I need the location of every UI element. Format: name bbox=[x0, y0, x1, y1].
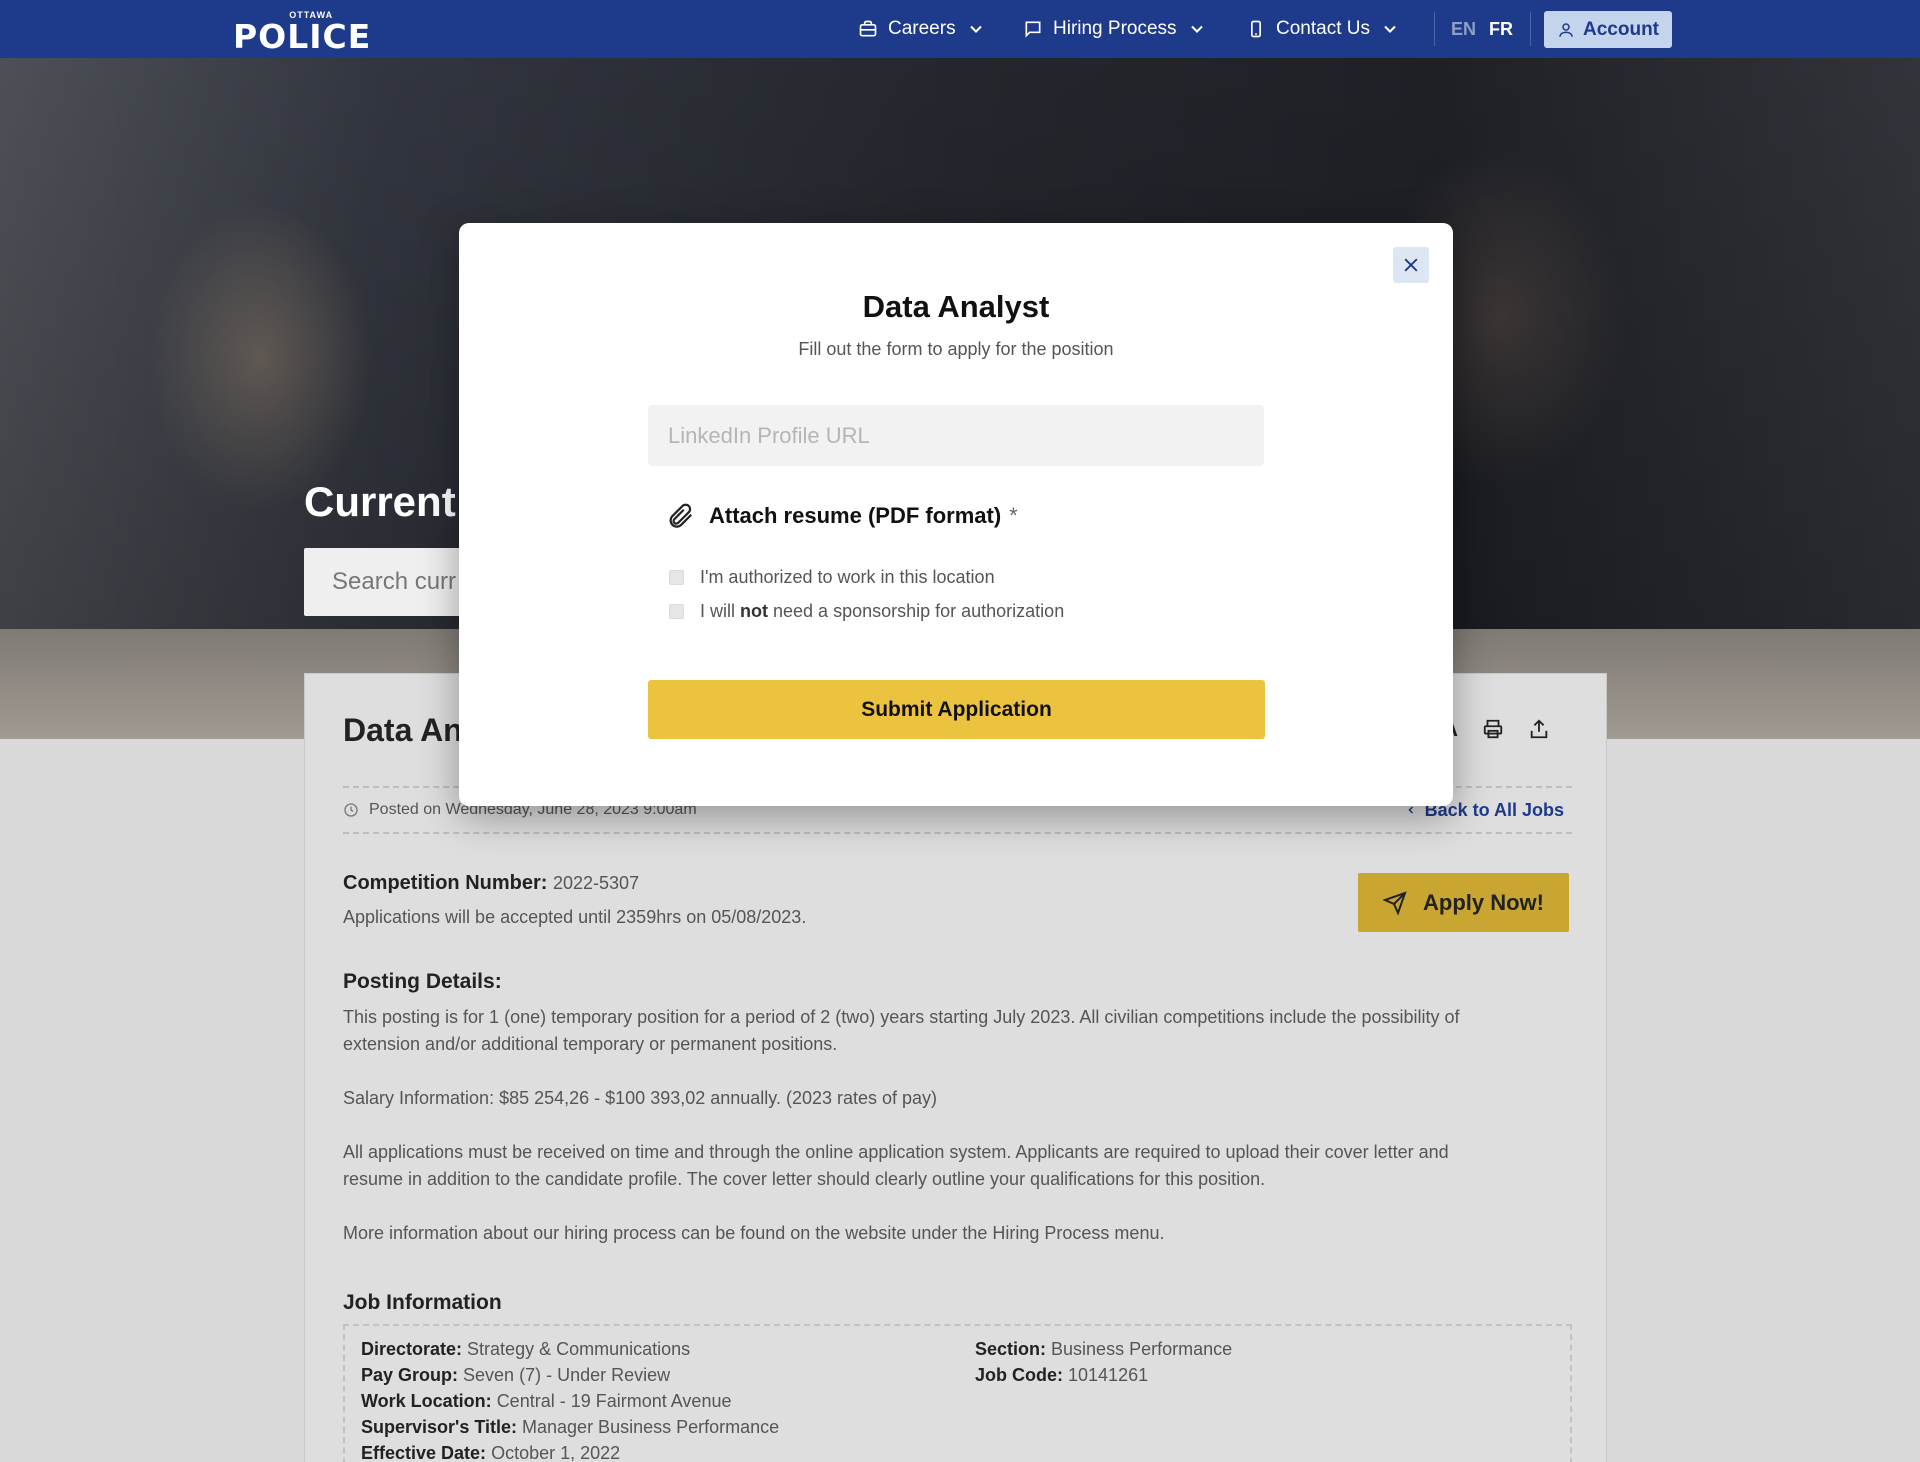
info-label: Supervisor's Title: bbox=[361, 1417, 517, 1437]
competition-number: Competition Number: 2022-5307 bbox=[343, 872, 639, 895]
job-info-row: Supervisor's Title: Manager Business Per… bbox=[361, 1414, 779, 1440]
close-icon bbox=[1404, 258, 1418, 272]
print-icon[interactable] bbox=[1482, 718, 1504, 740]
info-value: October 1, 2022 bbox=[491, 1443, 621, 1462]
work-authorization-label: I'm authorized to work in this location bbox=[700, 567, 995, 587]
info-value: Seven (7) - Under Review bbox=[463, 1365, 671, 1385]
job-info-row: Section: Business Performance bbox=[975, 1336, 1232, 1362]
account-label: Account bbox=[1583, 18, 1659, 40]
job-info-row: Job Code: 10141261 bbox=[975, 1362, 1232, 1388]
hero-title: Current bbox=[304, 478, 456, 525]
job-info-right: Section: Business Performance Job Code: … bbox=[975, 1336, 1232, 1388]
clock-icon bbox=[344, 803, 358, 817]
job-tools: A bbox=[1442, 716, 1550, 742]
apply-modal: Data Analyst Fill out the form to apply … bbox=[459, 223, 1453, 806]
application-deadline: Applications will be accepted until 2359… bbox=[343, 907, 807, 927]
paperclip-icon bbox=[669, 503, 693, 528]
info-value: Strategy & Communications bbox=[467, 1339, 691, 1359]
ottawa-police-logo[interactable]: OTTAWA POLICE bbox=[233, 10, 371, 54]
job-info-row: Work Location: Central - 19 Fairmont Ave… bbox=[361, 1388, 779, 1414]
lang-en[interactable]: EN bbox=[1451, 0, 1476, 58]
checkbox[interactable] bbox=[669, 604, 684, 619]
job-info-row: Pay Group: Seven (7) - Under Review bbox=[361, 1362, 779, 1388]
info-label: Directorate: bbox=[361, 1339, 463, 1359]
chat-icon bbox=[1025, 21, 1041, 38]
competition-value: 2022-5307 bbox=[553, 873, 640, 893]
posting-paragraph-1: This posting is for 1 (one) temporary po… bbox=[343, 1007, 1460, 1054]
info-value: 10141261 bbox=[1068, 1365, 1149, 1385]
info-value: Business Performance bbox=[1051, 1339, 1233, 1359]
lang-en-label: EN bbox=[1451, 18, 1477, 39]
competition-label: Competition Number: bbox=[343, 872, 548, 894]
posting-paragraph-3: All applications must be received on tim… bbox=[343, 1142, 1449, 1189]
linkedin-url-input[interactable] bbox=[648, 405, 1264, 466]
info-label: Job Code: bbox=[975, 1365, 1063, 1385]
label-bold: not bbox=[740, 601, 768, 621]
modal-title: Data Analyst bbox=[862, 289, 1050, 324]
posting-details-heading: Posting Details: bbox=[343, 970, 502, 993]
chevron-down-icon bbox=[1190, 25, 1203, 33]
phone-icon bbox=[1251, 20, 1261, 38]
nav-divider bbox=[1530, 12, 1531, 46]
no-sponsorship-checkbox[interactable]: I will not need a sponsorship for author… bbox=[669, 601, 1064, 622]
lang-fr-label: FR bbox=[1489, 18, 1513, 39]
label-part: I will bbox=[700, 601, 735, 621]
lang-fr[interactable]: FR bbox=[1489, 0, 1513, 58]
chevron-down-icon bbox=[969, 25, 982, 33]
close-modal-button[interactable] bbox=[1393, 247, 1429, 283]
nav-hiring-label: Hiring Process bbox=[1053, 18, 1177, 39]
apply-now-label: Apply Now! bbox=[1423, 889, 1544, 915]
posting-paragraph-4: More information about our hiring proces… bbox=[343, 1223, 1165, 1243]
logo-big-text: POLICE bbox=[233, 17, 372, 56]
submit-application-button[interactable]: Submit Application bbox=[648, 680, 1265, 739]
job-title: Data An bbox=[343, 712, 463, 748]
chevron-down-icon bbox=[1384, 25, 1396, 33]
salary-paragraph: Salary Information: $85 254,26 - $100 39… bbox=[343, 1088, 938, 1108]
nav-contact-label: Contact Us bbox=[1276, 18, 1370, 39]
send-icon bbox=[1383, 890, 1407, 915]
job-info-row: Effective Date: October 1, 2022 bbox=[361, 1440, 779, 1462]
job-info-left: Directorate: Strategy & Communications P… bbox=[361, 1336, 779, 1462]
checkbox[interactable] bbox=[669, 570, 684, 585]
info-label: Pay Group: bbox=[361, 1365, 459, 1385]
info-label: Work Location: bbox=[361, 1391, 492, 1411]
info-value: Central - 19 Fairmont Avenue bbox=[496, 1391, 732, 1411]
user-icon bbox=[1559, 22, 1573, 37]
info-label: Effective Date: bbox=[361, 1443, 487, 1462]
job-information-heading: Job Information bbox=[343, 1291, 502, 1314]
nav-contact-us[interactable]: Contact Us bbox=[1246, 0, 1400, 58]
nav-careers[interactable]: Careers bbox=[858, 0, 986, 58]
nav-careers-label: Careers bbox=[888, 18, 956, 39]
info-value: Manager Business Performance bbox=[522, 1417, 780, 1437]
nav-hiring-process[interactable]: Hiring Process bbox=[1023, 0, 1207, 58]
label-part: need a sponsorship for authorization bbox=[773, 601, 1065, 621]
apply-now-button[interactable]: Apply Now! bbox=[1358, 873, 1569, 932]
attach-resume-button[interactable]: Attach resume (PDF format) * bbox=[665, 501, 1018, 531]
top-nav: OTTAWA POLICE Careers Hiring Process Con… bbox=[0, 0, 1920, 58]
account-button[interactable]: Account bbox=[1544, 11, 1672, 48]
work-authorization-checkbox[interactable]: I'm authorized to work in this location bbox=[669, 567, 995, 588]
required-asterisk: * bbox=[1009, 503, 1018, 528]
no-sponsorship-label: I will not need a sponsorship for author… bbox=[700, 601, 1064, 622]
nav-divider bbox=[1434, 12, 1435, 46]
info-label: Section: bbox=[975, 1339, 1047, 1359]
attach-resume-label: Attach resume (PDF format) bbox=[709, 503, 1002, 528]
briefcase-icon bbox=[859, 20, 877, 37]
job-information-box: Directorate: Strategy & Communications P… bbox=[343, 1324, 1572, 1462]
modal-subtitle: Fill out the form to apply for the posit… bbox=[798, 339, 1114, 359]
share-icon[interactable] bbox=[1528, 718, 1550, 740]
job-info-row: Directorate: Strategy & Communications bbox=[361, 1336, 779, 1362]
